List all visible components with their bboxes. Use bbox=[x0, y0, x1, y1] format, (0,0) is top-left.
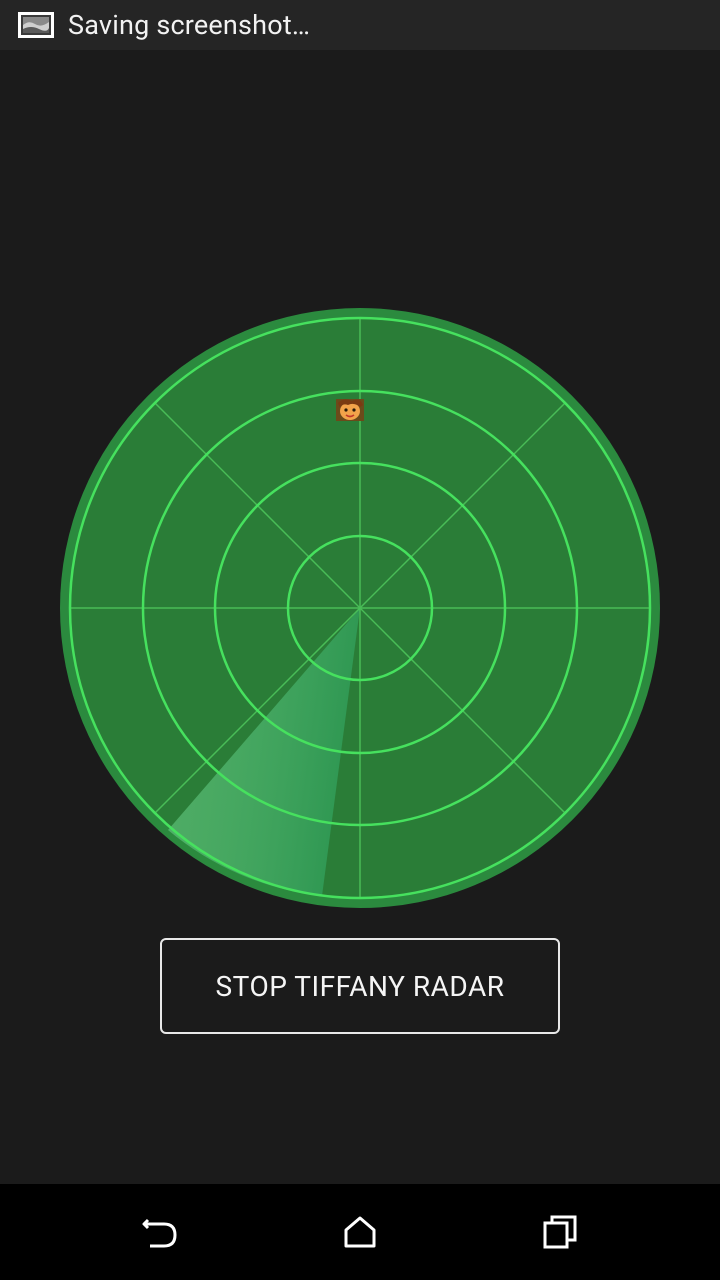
recents-button[interactable] bbox=[520, 1204, 600, 1260]
home-button[interactable] bbox=[320, 1204, 400, 1260]
radar-display bbox=[60, 308, 660, 908]
status-bar: Saving screenshot… bbox=[0, 0, 720, 50]
recents-icon bbox=[543, 1215, 577, 1249]
status-text: Saving screenshot… bbox=[68, 9, 311, 41]
tiffany-face-icon bbox=[336, 399, 364, 421]
back-button[interactable] bbox=[120, 1204, 200, 1260]
home-icon bbox=[344, 1216, 376, 1248]
stop-radar-button[interactable]: STOP TIFFANY RADAR bbox=[160, 938, 560, 1034]
screenshot-icon bbox=[18, 12, 54, 38]
main-content: STOP TIFFANY RADAR bbox=[0, 50, 720, 1184]
navigation-bar bbox=[0, 1184, 720, 1280]
back-icon bbox=[142, 1218, 177, 1248]
